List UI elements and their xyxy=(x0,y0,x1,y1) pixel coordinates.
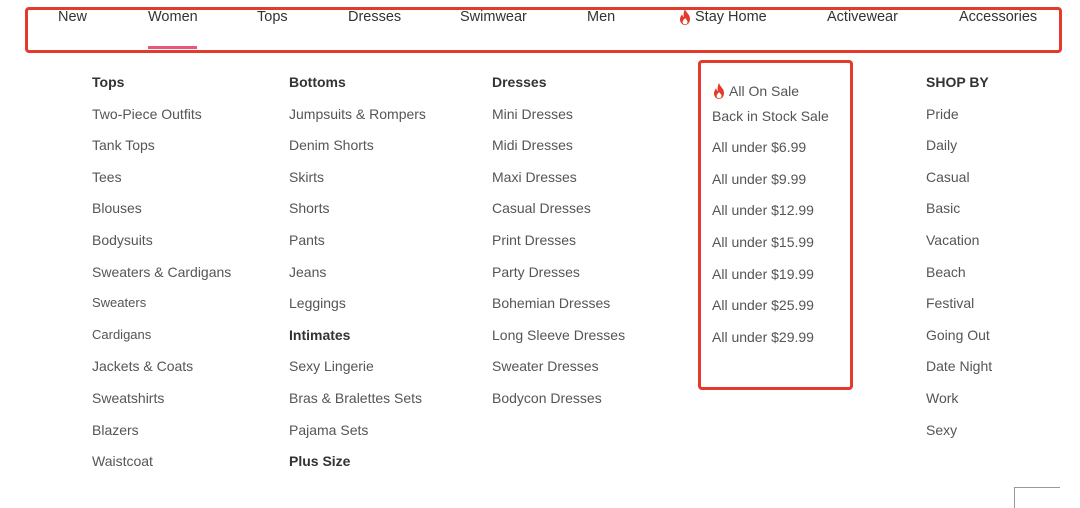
nav-stay-home[interactable]: Stay Home xyxy=(678,9,767,25)
sale-item[interactable]: All under $12.99 xyxy=(712,201,829,233)
dresses-heading[interactable]: Dresses xyxy=(492,73,625,105)
dresses-item[interactable]: Party Dresses xyxy=(492,263,625,295)
tops-item[interactable]: Blouses xyxy=(92,199,231,231)
shop-by-item[interactable]: Sexy xyxy=(926,421,992,453)
dresses-item[interactable]: Sweater Dresses xyxy=(492,357,625,389)
tops-item[interactable]: Two-Piece Outfits xyxy=(92,105,231,137)
intimates-item[interactable]: Sexy Lingerie xyxy=(289,357,426,389)
bottoms-item[interactable]: Shorts xyxy=(289,199,426,231)
sale-item[interactable]: All under $29.99 xyxy=(712,328,829,360)
sale-item[interactable]: All under $25.99 xyxy=(712,296,829,328)
sale-item[interactable]: All under $15.99 xyxy=(712,233,829,265)
shop-by-item[interactable]: Going Out xyxy=(926,326,992,358)
nav-new-label: New xyxy=(58,9,88,25)
dresses-item[interactable]: Print Dresses xyxy=(492,231,625,263)
tops-heading[interactable]: Tops xyxy=(92,73,231,105)
tops-item[interactable]: Sweaters & Cardigans xyxy=(92,263,231,295)
nav-women[interactable]: Women xyxy=(148,9,198,25)
bottoms-item[interactable]: Jumpsuits & Rompers xyxy=(289,105,426,137)
nav-dresses-label: Dresses xyxy=(348,9,402,25)
bottoms-column: Bottoms Jumpsuits & Rompers Denim Shorts… xyxy=(289,73,426,484)
shop-by-item[interactable]: Festival xyxy=(926,294,992,326)
flame-icon xyxy=(714,82,724,99)
nav-swimwear-label: Swimwear xyxy=(460,9,527,25)
nav-swimwear[interactable]: Swimwear xyxy=(460,9,527,25)
nav-accessories-label: Accessories xyxy=(959,9,1038,25)
nav-tops-label: Tops xyxy=(257,9,288,25)
tops-item[interactable]: Sweaters xyxy=(92,294,231,326)
nav-tops[interactable]: Tops xyxy=(257,9,288,25)
nav-stay-home-label: Stay Home xyxy=(695,9,767,25)
nav-new[interactable]: New xyxy=(58,9,87,25)
shop-by-item[interactable]: Pride xyxy=(926,105,992,137)
nav-men-label: Men xyxy=(587,9,616,25)
tops-item[interactable]: Bodysuits xyxy=(92,231,231,263)
shop-by-item[interactable]: Basic xyxy=(926,199,992,231)
nav-women-label: Women xyxy=(148,9,198,25)
sale-item[interactable]: All under $9.99 xyxy=(712,170,829,202)
intimates-item[interactable]: Bras & Bralettes Sets xyxy=(289,389,426,421)
tops-item[interactable]: Cardigans xyxy=(92,326,231,358)
tops-item[interactable]: Sweatshirts xyxy=(92,389,231,421)
nav-dresses[interactable]: Dresses xyxy=(348,9,401,25)
dresses-item[interactable]: Casual Dresses xyxy=(492,199,625,231)
tops-item[interactable]: Jackets & Coats xyxy=(92,357,231,389)
intimates-heading[interactable]: Intimates xyxy=(289,326,426,358)
shop-by-item[interactable]: Casual xyxy=(926,168,992,200)
sale-item[interactable]: Back in Stock Sale xyxy=(712,107,829,139)
bottoms-item[interactable]: Jeans xyxy=(289,263,426,295)
dresses-column: Dresses Mini Dresses Midi Dresses Maxi D… xyxy=(492,73,625,421)
plus-size-heading[interactable]: Plus Size xyxy=(289,452,426,484)
sale-item[interactable]: All under $19.99 xyxy=(712,265,829,297)
tops-column: Tops Two-Piece Outfits Tank Tops Tees Bl… xyxy=(92,73,231,484)
dresses-item[interactable]: Bodycon Dresses xyxy=(492,389,625,421)
dresses-item[interactable]: Bohemian Dresses xyxy=(492,294,625,326)
dresses-item[interactable]: Maxi Dresses xyxy=(492,168,625,200)
all-on-sale-label: All On Sale xyxy=(729,82,800,99)
sale-item[interactable]: All under $6.99 xyxy=(712,138,829,170)
dresses-item[interactable]: Long Sleeve Dresses xyxy=(492,326,625,358)
nav-accessories[interactable]: Accessories xyxy=(959,9,1037,25)
shop-by-item[interactable]: Work xyxy=(926,389,992,421)
shop-by-item[interactable]: Daily xyxy=(926,136,992,168)
tops-item[interactable]: Tees xyxy=(92,168,231,200)
shop-by-item[interactable]: Vacation xyxy=(926,231,992,263)
bottoms-item[interactable]: Pants xyxy=(289,231,426,263)
nav-activewear-label: Activewear xyxy=(827,9,898,25)
flame-icon xyxy=(680,9,690,25)
dresses-item[interactable]: Mini Dresses xyxy=(492,105,625,137)
tops-item[interactable]: Waistcoat xyxy=(92,452,231,484)
bottoms-item[interactable]: Skirts xyxy=(289,168,426,200)
tops-item[interactable]: Tank Tops xyxy=(92,136,231,168)
bottoms-item[interactable]: Leggings xyxy=(289,294,426,326)
dresses-item[interactable]: Midi Dresses xyxy=(492,136,625,168)
nav-active-underline xyxy=(148,46,197,49)
shop-by-item[interactable]: Beach xyxy=(926,263,992,295)
intimates-item[interactable]: Pajama Sets xyxy=(289,421,426,453)
shop-by-heading: SHOP BY xyxy=(926,74,989,90)
bottoms-heading[interactable]: Bottoms xyxy=(289,73,426,105)
nav-men[interactable]: Men xyxy=(587,9,615,25)
shop-by-column: SHOP BY Pride Daily Casual Basic Vacatio… xyxy=(926,73,992,452)
bottoms-item[interactable]: Denim Shorts xyxy=(289,136,426,168)
all-on-sale-heading[interactable]: All On Sale xyxy=(712,75,829,107)
sale-column: All On Sale Back in Stock Sale All under… xyxy=(712,75,829,359)
tops-item[interactable]: Blazers xyxy=(92,421,231,453)
nav-activewear[interactable]: Activewear xyxy=(827,9,898,25)
shop-by-item[interactable]: Date Night xyxy=(926,357,992,389)
